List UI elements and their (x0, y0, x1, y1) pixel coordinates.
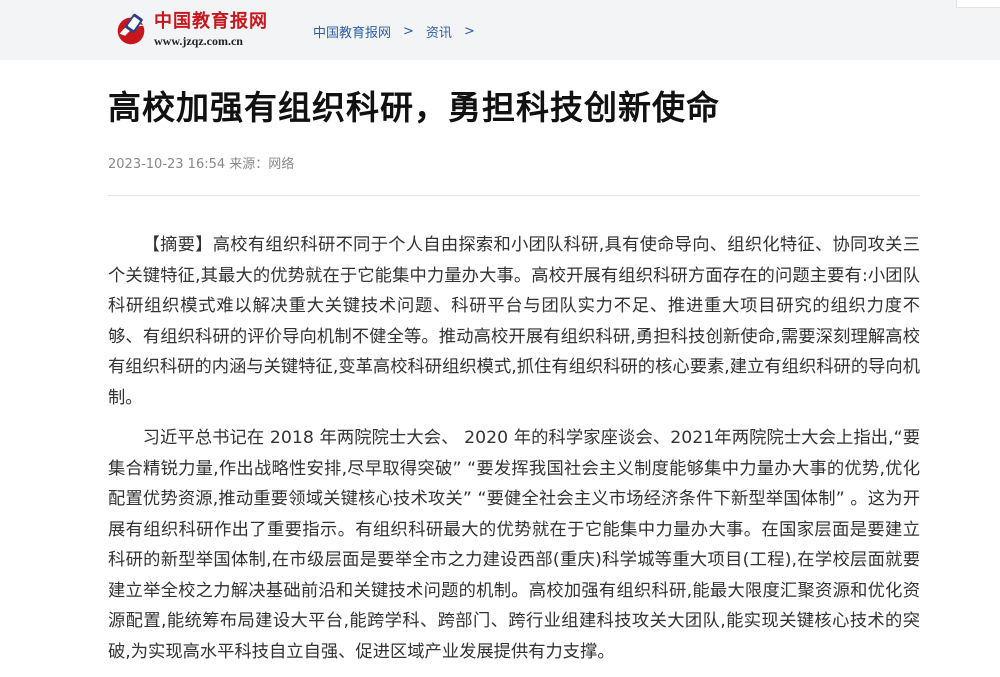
site-header: 中国教育报网 www.jzqz.com.cn 中国教育报网 > 资讯 > (0, 0, 1000, 60)
article-source: 来源：网络 (229, 157, 295, 172)
article-paragraph: 习近平总书记在 2018 年两院院士大会、 2020 年的科学家座谈会、2021… (108, 428, 920, 662)
breadcrumb-separator: > (403, 24, 414, 39)
article: 高校加强有组织科研，勇担科技创新使命 2023-10-23 16:54 来源：网… (108, 60, 920, 677)
breadcrumb: 中国教育报网 > 资讯 > (313, 22, 487, 41)
logo-url: www.jzqz.com.cn (154, 34, 243, 48)
breadcrumb-news-link[interactable]: 资讯 (426, 22, 452, 41)
article-date: 2023-10-23 16:54 (108, 157, 226, 172)
logo-name: 中国教育报网 (154, 11, 268, 32)
breadcrumb-separator: > (463, 24, 475, 39)
title-divider (108, 195, 920, 196)
article-meta: 2023-10-23 16:54 来源：网络 (108, 153, 920, 172)
logo-emblem-icon (117, 13, 145, 45)
article-paragraph-abstract: 【摘要】高校有组织科研不同于个人自由探索和小团队科研,具有使命导向、组织化特征、… (108, 235, 920, 408)
article-title: 高校加强有组织科研，勇担科技创新使命 (108, 88, 720, 127)
header-search-box[interactable] (956, 0, 1000, 8)
article-body: 【摘要】高校有组织科研不同于个人自由探索和小团队科研,具有使命导向、组织化特征、… (108, 230, 920, 667)
site-logo[interactable]: 中国教育报网 www.jzqz.com.cn (112, 11, 268, 49)
logo-text: 中国教育报网 www.jzqz.com.cn (154, 11, 268, 48)
breadcrumb-home-link[interactable]: 中国教育报网 (313, 22, 391, 41)
